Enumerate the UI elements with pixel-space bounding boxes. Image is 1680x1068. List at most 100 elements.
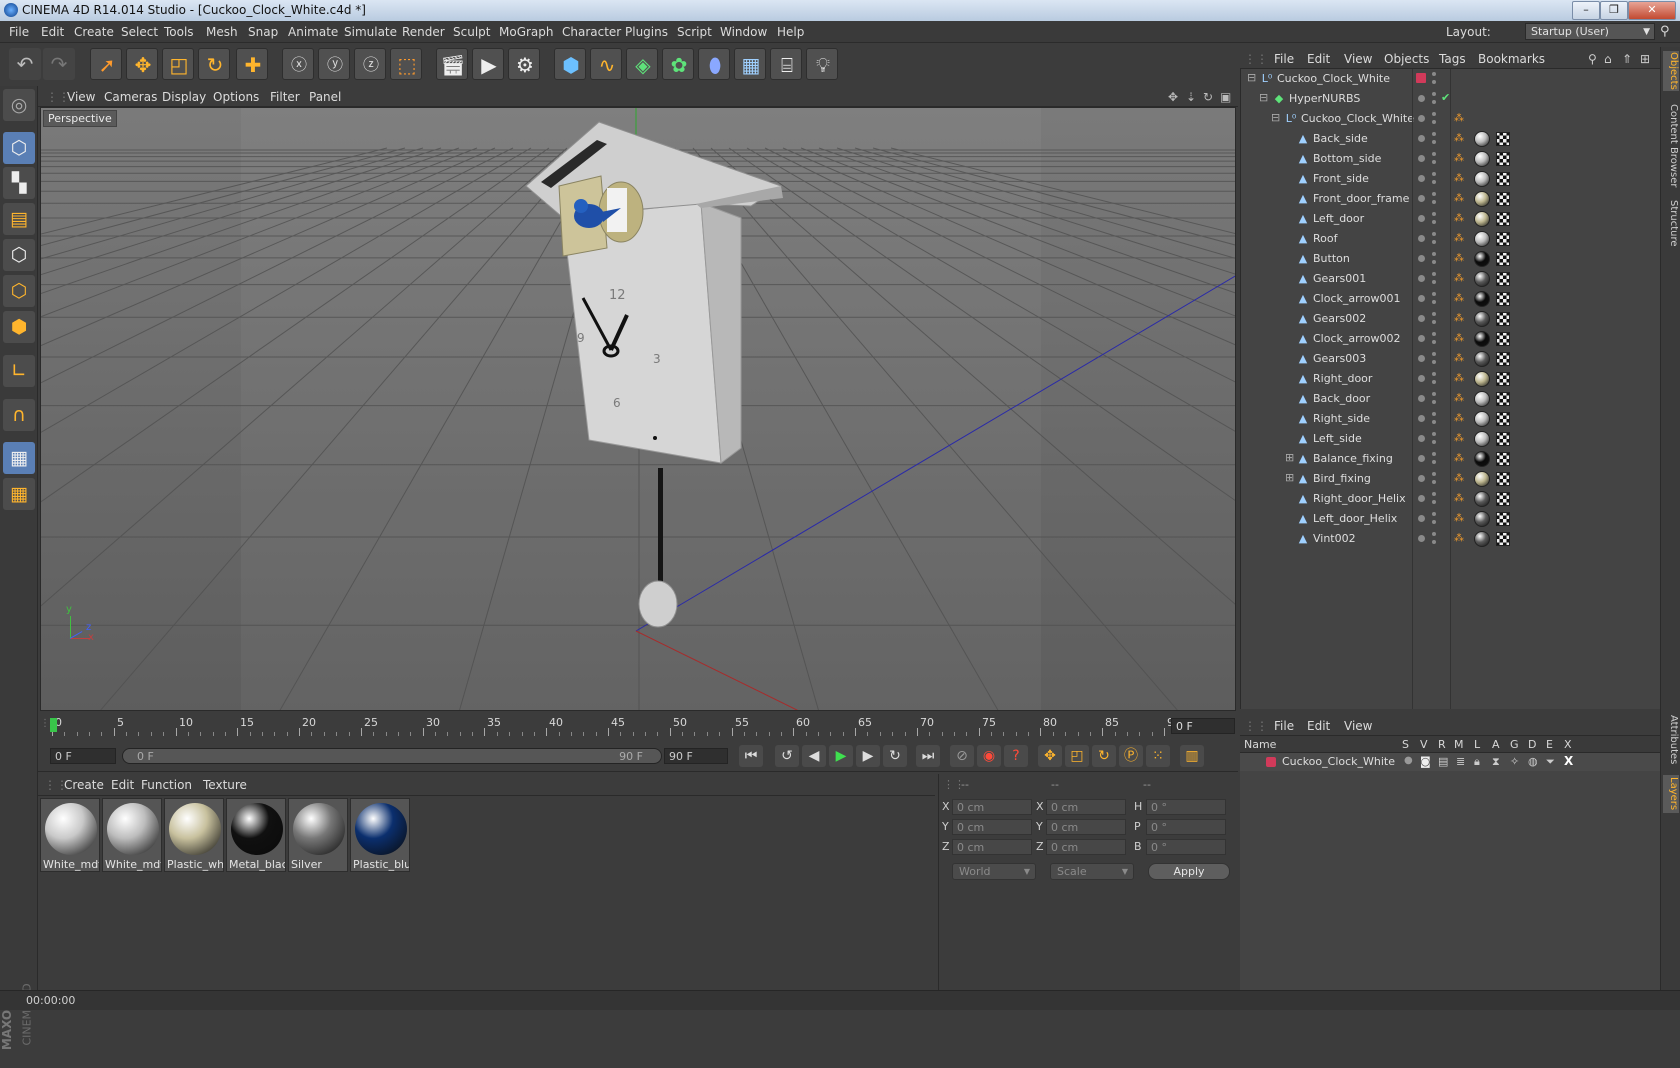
material-tag-icon[interactable] (1474, 351, 1490, 367)
object-row[interactable]: ▲ Clock_arrow002 ⁂ (1241, 329, 1661, 349)
camera-button[interactable]: ⌸ (770, 48, 802, 80)
size-z-field[interactable]: 0 cm (1046, 839, 1126, 855)
x-axis-lock-button[interactable]: ⓧ (282, 48, 314, 80)
phong-tag-icon[interactable]: ⁂ (1454, 273, 1466, 285)
layer-col-g[interactable]: G (1510, 738, 1519, 751)
editor-visibility-dot[interactable] (1432, 192, 1436, 196)
y-axis-lock-button[interactable]: ⓨ (318, 48, 350, 80)
uvw-tag-icon[interactable] (1496, 352, 1510, 366)
tab-attributes[interactable]: Attributes (1663, 712, 1679, 767)
coordinate-mode-dropdown[interactable]: World ▼ (952, 863, 1036, 880)
editor-visibility-dot[interactable] (1432, 172, 1436, 176)
object-name[interactable]: Back_side (1313, 132, 1368, 145)
rotation-h-field[interactable]: 0 ° (1146, 799, 1226, 815)
visibility-dot[interactable] (1418, 355, 1425, 362)
uvw-tag-icon[interactable] (1496, 412, 1510, 426)
material-swatch[interactable]: Metal_blac (226, 798, 286, 872)
object-row[interactable]: ▲ Button ⁂ (1241, 249, 1661, 269)
uvw-tag-icon[interactable] (1496, 392, 1510, 406)
material-tag-icon[interactable] (1474, 231, 1490, 247)
uvw-tag-icon[interactable] (1496, 472, 1510, 486)
points-mode-button[interactable]: ⬡ (3, 239, 35, 271)
object-name[interactable]: Right_door_Helix (1313, 492, 1406, 505)
object-row[interactable]: ⊞ ▲ Balance_fixing ⁂ (1241, 449, 1661, 469)
menu-mograph[interactable]: MoGraph (499, 25, 554, 39)
object-row[interactable]: ⊟ L⁰ Cuckoo_Clock_White (1241, 69, 1661, 89)
visibility-dot[interactable] (1418, 95, 1425, 102)
layout-dropdown[interactable]: Startup (User) ▼ (1525, 23, 1655, 40)
maximize-button[interactable]: ❐ (1600, 1, 1628, 20)
position-x-field[interactable]: 0 cm (952, 799, 1032, 815)
object-name[interactable]: Left_side (1313, 432, 1362, 445)
object-row[interactable]: ▲ Right_door ⁂ (1241, 369, 1661, 389)
object-row[interactable]: ▲ Vint002 ⁂ (1241, 529, 1661, 549)
record-button[interactable]: ◉ (977, 745, 1001, 767)
material-tag-icon[interactable] (1474, 411, 1490, 427)
move-tool-button[interactable]: ✥ (126, 48, 158, 80)
up-arrow-icon[interactable]: ⇑ (1622, 52, 1632, 66)
viewport-rotate-icon[interactable]: ↻ (1203, 90, 1213, 104)
render-visibility-dot[interactable] (1432, 260, 1436, 264)
uvw-tag-icon[interactable] (1496, 252, 1510, 266)
object-name[interactable]: Balance_fixing (1313, 452, 1393, 465)
render-visibility-dot[interactable] (1432, 520, 1436, 524)
material-swatch[interactable]: White_mdf (40, 798, 100, 872)
layer-menu-edit[interactable]: Edit (1307, 719, 1330, 733)
menu-render[interactable]: Render (402, 25, 445, 39)
phong-tag-icon[interactable]: ⁂ (1454, 473, 1466, 485)
viewport-move-icon[interactable]: ✥ (1168, 90, 1178, 104)
layer-row[interactable]: Cuckoo_Clock_White ● ◙ ▤ ≣ 🔒︎ ⧗ ✧ ◍ ⏷ X (1240, 753, 1660, 771)
phong-tag-icon[interactable]: ⁂ (1454, 453, 1466, 465)
render-visibility-dot[interactable] (1432, 140, 1436, 144)
material-tag-icon[interactable] (1474, 371, 1490, 387)
material-tag-icon[interactable] (1474, 331, 1490, 347)
autokey-button[interactable]: ? (1004, 745, 1028, 767)
rotate-tool-button[interactable]: ↻ (198, 48, 230, 80)
object-name[interactable]: Cuckoo_Clock_White (1301, 112, 1414, 125)
key-scale-button[interactable]: ◰ (1065, 745, 1089, 767)
editor-visibility-dot[interactable] (1432, 212, 1436, 216)
object-name[interactable]: Button (1313, 252, 1350, 265)
menu-plugins[interactable]: Plugins (625, 25, 668, 39)
object-row[interactable]: ▲ Bottom_side ⁂ (1241, 149, 1661, 169)
collapse-icon[interactable]: ⊟ (1259, 91, 1268, 104)
object-name[interactable]: HyperNURBS (1289, 92, 1360, 105)
search-icon[interactable]: ⚲ (1588, 52, 1597, 66)
lock-workplane-button[interactable]: ▦ (3, 442, 35, 474)
tab-objects[interactable]: Objects (1663, 51, 1679, 91)
layer-xref-icon[interactable]: X (1564, 754, 1573, 768)
object-name[interactable]: Clock_arrow001 (1313, 292, 1400, 305)
viewport-menu-panel[interactable]: Panel (309, 90, 341, 104)
key-position-button[interactable]: ✥ (1038, 745, 1062, 767)
layer-col-s[interactable]: S (1402, 738, 1409, 751)
render-settings-button[interactable]: ⚙ (508, 48, 540, 80)
playhead-marker[interactable] (50, 718, 57, 732)
cube-object-button[interactable]: ⬢ (554, 48, 586, 80)
timeline-window-button[interactable]: ▥ (1180, 745, 1204, 767)
visibility-dot[interactable] (1418, 495, 1425, 502)
editor-visibility-dot[interactable] (1432, 392, 1436, 396)
menu-snap[interactable]: Snap (248, 25, 278, 39)
object-name[interactable]: Bird_fixing (1313, 472, 1371, 485)
visibility-dot[interactable] (1418, 315, 1425, 322)
z-axis-lock-button[interactable]: ⓩ (354, 48, 386, 80)
rotation-b-field[interactable]: 0 ° (1146, 839, 1226, 855)
viewport-menu-display[interactable]: Display (162, 90, 206, 104)
menu-simulate[interactable]: Simulate (344, 25, 397, 39)
layer-col-a[interactable]: A (1492, 738, 1500, 751)
render-visibility-dot[interactable] (1432, 100, 1436, 104)
phong-tag-icon[interactable]: ⁂ (1454, 313, 1466, 325)
material-swatch[interactable]: Plastic_blu (350, 798, 410, 872)
editor-visibility-dot[interactable] (1432, 352, 1436, 356)
phong-tag-icon[interactable]: ⁂ (1454, 193, 1466, 205)
minimize-button[interactable]: – (1572, 1, 1600, 20)
material-tag-icon[interactable] (1474, 271, 1490, 287)
layer-solo-icon[interactable]: ● (1404, 755, 1413, 766)
layer-col-l[interactable]: L (1474, 738, 1480, 751)
texture-mode-button[interactable]: ▚ (3, 167, 35, 199)
layer-col-e[interactable]: E (1546, 738, 1553, 751)
menu-select[interactable]: Select (121, 25, 158, 39)
light-button[interactable]: 💡︎ (806, 48, 838, 80)
material-tag-icon[interactable] (1474, 491, 1490, 507)
editor-visibility-dot[interactable] (1432, 492, 1436, 496)
